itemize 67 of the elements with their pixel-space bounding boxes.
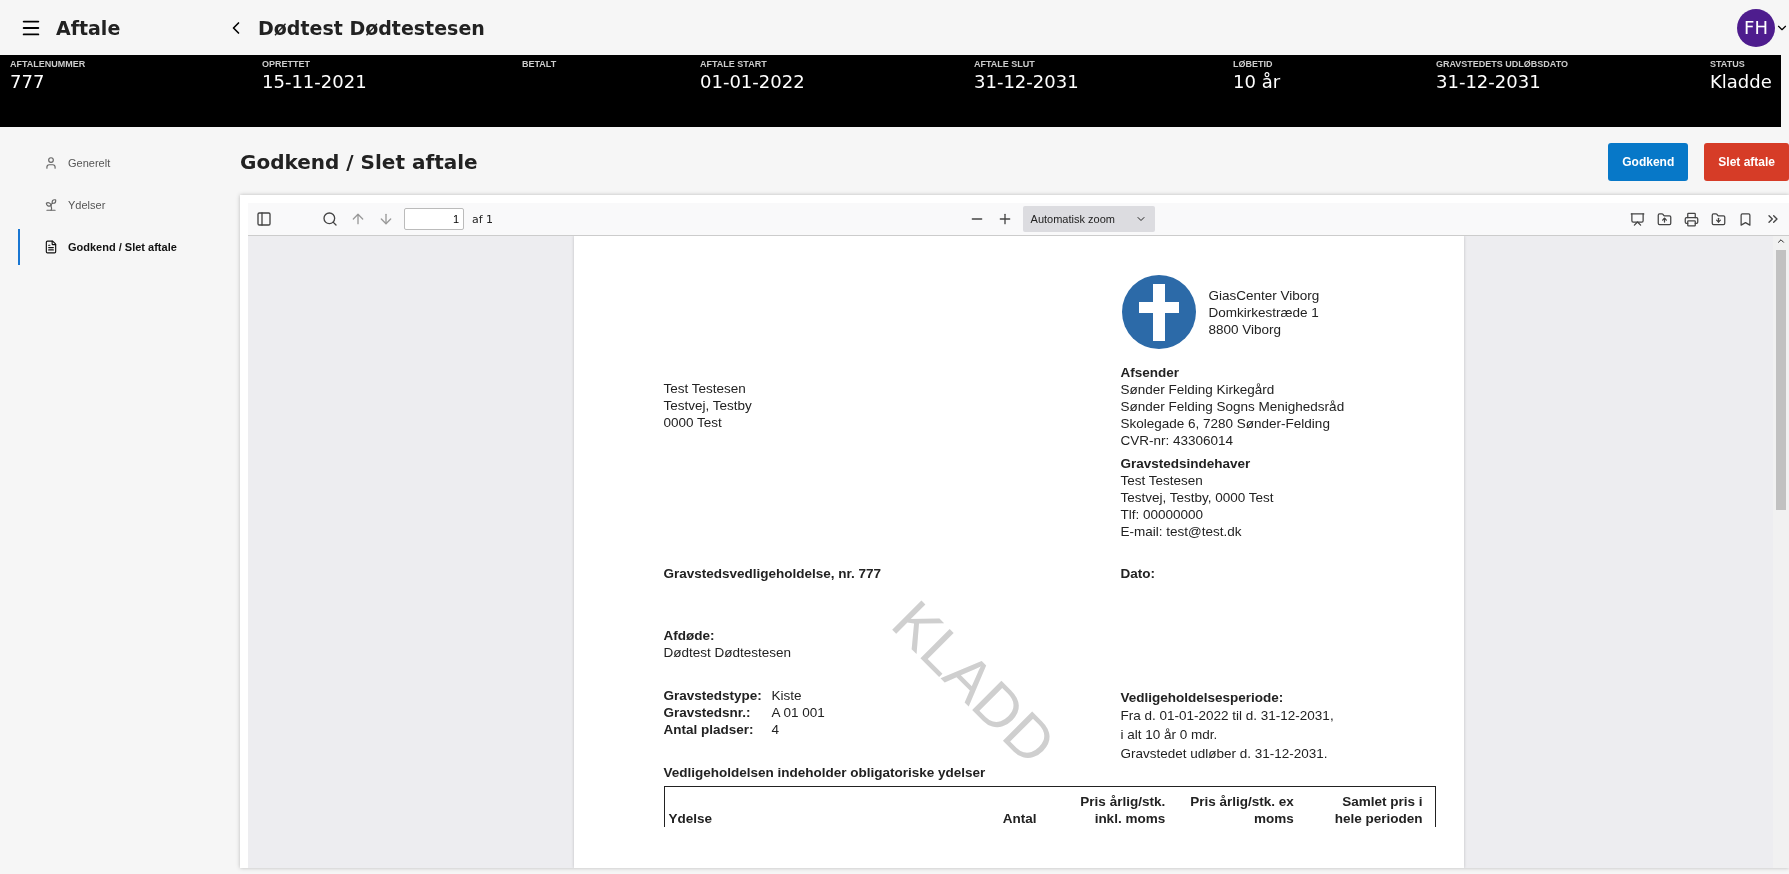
section-line: Testvej, Testby, 0000 Test xyxy=(1120,489,1275,506)
document-icon xyxy=(44,240,58,254)
field-label: Antal pladser: xyxy=(663,721,755,738)
page-title: Godkend / Slet aftale xyxy=(240,150,479,174)
summary-label: BETALT xyxy=(522,59,557,69)
sidebar-item[interactable]: Ydelser xyxy=(18,187,230,223)
section-line: Test Testesen xyxy=(1120,472,1204,489)
recipient-line: Test Testesen xyxy=(663,380,747,397)
app-title: Aftale xyxy=(56,16,122,39)
column-header: Pris årlig/stk. ex moms xyxy=(1189,793,1295,827)
summary-label: LØBETID xyxy=(1233,59,1273,69)
summary-label: OPRETTET xyxy=(262,59,310,69)
document-title: Gravstedsvedligeholdelse, nr. 777 xyxy=(663,566,883,581)
page-count: af 1 xyxy=(472,212,494,226)
period-heading: Vedligeholdelsesperiode: xyxy=(1120,689,1285,706)
sidebar-toggle-icon[interactable] xyxy=(254,209,274,229)
summary-value: 10 år xyxy=(1233,71,1281,92)
zoom-select[interactable]: Automatisk zoom xyxy=(1022,206,1155,232)
column-header: Antal xyxy=(1002,810,1038,827)
table-caption: Vedligeholdelsen indeholder obligatoriske ydelser xyxy=(663,765,987,780)
field-label: Gravstedstype: xyxy=(663,687,763,704)
section-line: E-mail: test@test.dk xyxy=(1120,523,1243,540)
column-header: Samlet pris i hele perioden xyxy=(1333,793,1424,827)
summary-label: AFTALE START xyxy=(700,59,767,69)
issuer-line: 8800 Viborg xyxy=(1208,320,1283,338)
period-line: Gravstedet udløber d. 31-12-2031. xyxy=(1120,745,1329,763)
sidebar-item[interactable]: Godkend / Slet aftale xyxy=(18,229,230,265)
delete-button[interactable]: Slet aftale xyxy=(1704,143,1789,181)
section-line: Sønder Felding Kirkegård xyxy=(1120,381,1276,398)
sidebar-item[interactable]: Generelt xyxy=(18,145,230,181)
summary-value: 777 xyxy=(10,71,45,92)
section-heading: Afsender xyxy=(1120,364,1180,381)
section-line: Skolegade 6, 7280 Sønder-Felding xyxy=(1120,415,1331,432)
person-icon xyxy=(44,156,58,170)
summary-value: 01-01-2022 xyxy=(700,71,805,92)
section-line: Tlf: 00000000 xyxy=(1120,506,1205,523)
sprout-icon xyxy=(44,198,58,212)
recipient-line: 0000 Test xyxy=(663,414,723,431)
period-line: Fra d. 01-01-2022 til d. 31-12-2031, xyxy=(1120,707,1335,725)
record-title: Dødtest Dødtestesen xyxy=(258,16,485,39)
column-header: Pris årlig/stk. inkl. moms xyxy=(1079,793,1167,827)
page-number-field[interactable]: 1 xyxy=(404,208,464,230)
summary-label: AFTALE SLUT xyxy=(974,59,1035,69)
period-line: i alt 10 år 0 mdr. xyxy=(1120,726,1219,744)
summary-value: Kladde xyxy=(1710,71,1772,92)
scroll-up-icon[interactable] xyxy=(1776,236,1786,246)
summary-value: 15-11-2021 xyxy=(262,71,367,92)
section-heading: Gravstedsindehaver xyxy=(1120,455,1252,472)
summary-value: 31-12-2031 xyxy=(1436,71,1541,92)
column-header: Ydelse xyxy=(668,810,714,827)
summary-label: AFTALENUMMER xyxy=(10,59,86,69)
summary-value: 31-12-2031 xyxy=(974,71,1079,92)
issuer-line: GiasCenter Viborg xyxy=(1208,286,1320,304)
deceased-label: Afdøde: xyxy=(663,627,716,644)
summary-label: STATUS xyxy=(1710,59,1745,69)
issuer-line: Domkirkestræde 1 xyxy=(1208,303,1320,321)
recipient-line: Testvej, Testby xyxy=(663,397,753,414)
scrollbar-thumb[interactable] xyxy=(1776,250,1786,510)
field-value: Kiste xyxy=(771,687,803,704)
approve-button[interactable]: Godkend xyxy=(1608,143,1689,181)
date-label: Dato: xyxy=(1120,566,1156,581)
section-line: Sønder Felding Sogns Menighedsråd xyxy=(1120,398,1346,415)
field-label: Gravstedsnr.: xyxy=(663,704,752,721)
user-avatar[interactable]: FH xyxy=(1737,8,1775,47)
field-value: 4 xyxy=(771,721,780,738)
summary-label: GRAVSTEDETS UDLØBSDATO xyxy=(1436,59,1568,69)
section-line: CVR-nr: 43306014 xyxy=(1120,432,1235,449)
